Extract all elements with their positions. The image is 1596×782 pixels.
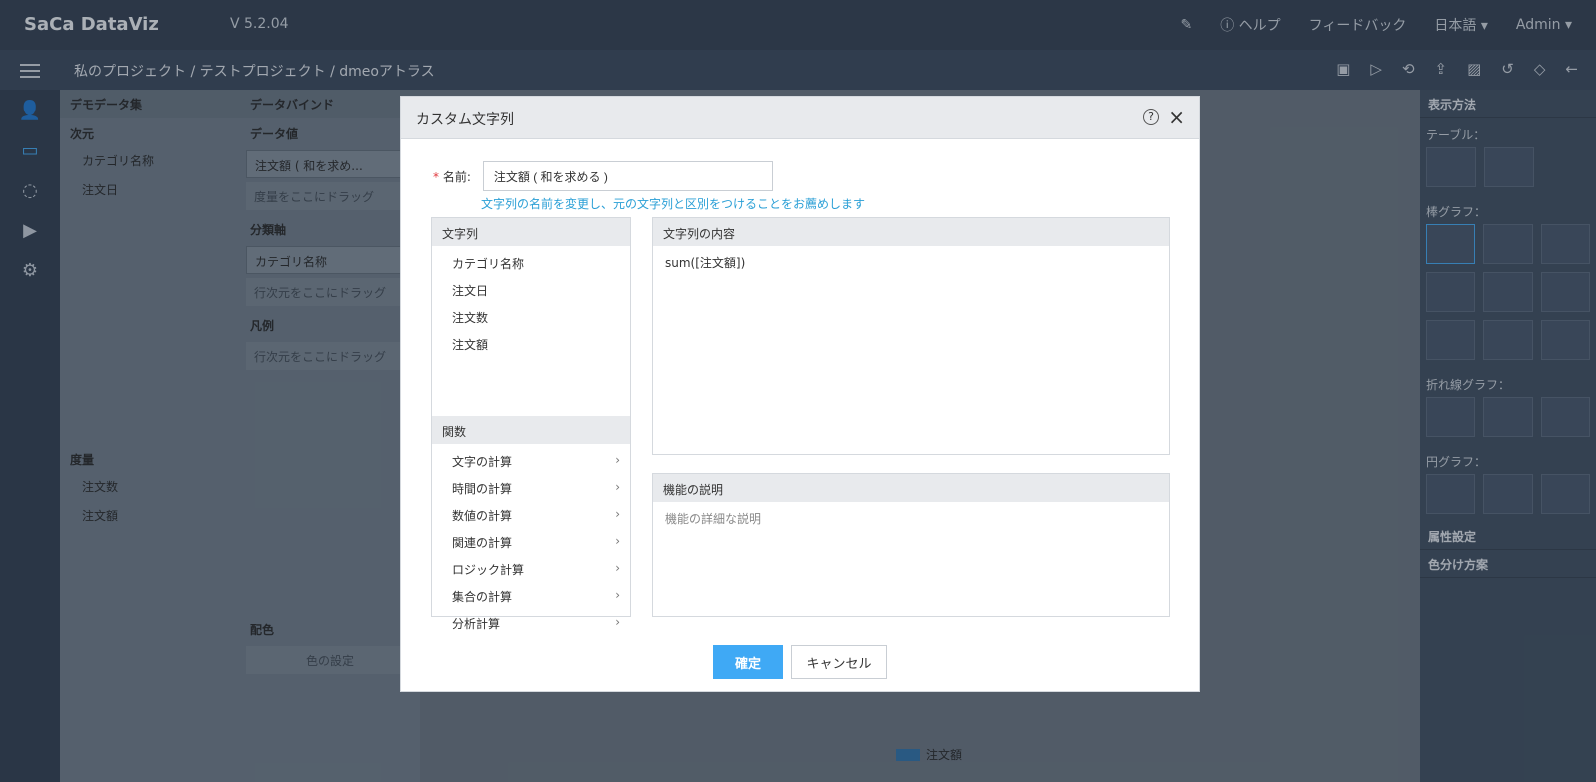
fields-header: 文字列 bbox=[432, 218, 630, 246]
name-row: * 名前: bbox=[433, 161, 773, 191]
description-box: 機能の説明 機能の詳細な説明 bbox=[652, 473, 1170, 617]
name-label: * 名前: bbox=[433, 169, 471, 184]
field-item[interactable]: 注文数 bbox=[432, 304, 630, 331]
content-editor[interactable]: 文字列の内容 sum([注文額]) bbox=[652, 217, 1170, 455]
function-group[interactable]: 時間の計算 › bbox=[432, 475, 630, 502]
content-header: 文字列の内容 bbox=[653, 218, 1169, 246]
function-group[interactable]: 文字の計算 › bbox=[432, 448, 630, 475]
help-icon[interactable]: ? bbox=[1143, 109, 1159, 125]
desc-text: 機能の詳細な説明 bbox=[665, 512, 762, 526]
function-group[interactable]: 数値の計算 › bbox=[432, 502, 630, 529]
function-group[interactable]: 分析計算 › bbox=[432, 610, 630, 637]
name-input[interactable] bbox=[482, 161, 773, 191]
field-item[interactable]: 注文日 bbox=[432, 277, 630, 304]
field-item[interactable]: カテゴリ名称 bbox=[432, 250, 630, 277]
chevron-right-icon: › bbox=[615, 507, 620, 521]
desc-header: 機能の説明 bbox=[653, 474, 1169, 502]
content-text[interactable]: sum([注文額]) bbox=[653, 246, 1169, 279]
dialog-header: カスタム文字列 ? × bbox=[401, 97, 1199, 139]
name-hint: 文字列の名前を変更し、元の文字列と区別をつけることをお薦めします bbox=[481, 197, 866, 211]
function-group[interactable]: 集合の計算 › bbox=[432, 583, 630, 610]
chevron-right-icon: › bbox=[615, 453, 620, 467]
chevron-right-icon: › bbox=[615, 588, 620, 602]
chevron-right-icon: › bbox=[615, 534, 620, 548]
chevron-right-icon: › bbox=[615, 480, 620, 494]
custom-string-dialog: カスタム文字列 ? × * 名前: 文字列の名前を変更し、元の文字列と区別をつけ… bbox=[400, 96, 1200, 692]
field-function-list: 文字列 カテゴリ名称 注文日 注文数 注文額 関数 文字の計算 › 時間の計算 › … bbox=[431, 217, 631, 631]
ok-button[interactable]: 確定 bbox=[713, 645, 783, 679]
chevron-right-icon: › bbox=[615, 561, 620, 575]
close-icon[interactable]: × bbox=[1168, 105, 1185, 129]
cancel-button[interactable]: キャンセル bbox=[791, 645, 887, 679]
function-group[interactable]: ロジック計算 › bbox=[432, 556, 630, 583]
dialog-title: カスタム文字列 bbox=[416, 112, 514, 128]
field-item[interactable]: 注文額 bbox=[432, 331, 630, 358]
functions-header: 関数 bbox=[432, 416, 630, 444]
function-group[interactable]: 関連の計算 › bbox=[432, 529, 630, 556]
chevron-right-icon: › bbox=[615, 615, 620, 629]
dialog-buttons: 確定 キャンセル bbox=[713, 645, 887, 679]
